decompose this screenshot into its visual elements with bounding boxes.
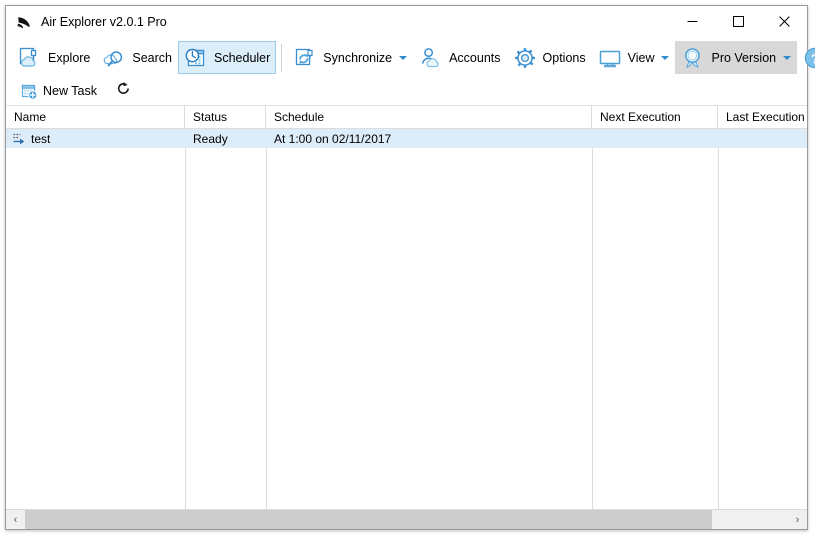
svg-text:?: ?: [811, 50, 815, 66]
toolbar-label-search: Search: [132, 50, 172, 65]
toolbar-label-synchronize: Synchronize: [323, 50, 393, 65]
toolbar-button-pro-version[interactable]: Pro Version: [675, 41, 798, 74]
toolbar-label-explore: Explore: [48, 50, 91, 65]
task-rows-area[interactable]: test Ready At 1:00 on 02/11/2017: [6, 129, 807, 509]
window-controls: [669, 6, 807, 38]
help-question-icon: ?: [801, 44, 815, 72]
toolbar-label-view: View: [627, 50, 655, 65]
accounts-person-icon: [417, 44, 445, 72]
scroll-right-arrow-icon[interactable]: ›: [788, 510, 807, 529]
synchronize-arrows-icon: [291, 44, 319, 72]
horizontal-scrollbar[interactable]: ‹ ›: [6, 509, 807, 529]
new-task-button[interactable]: New Task: [16, 80, 101, 102]
air-explorer-logo-icon: [15, 13, 33, 31]
task-list-view: Name Status Schedule Next Execution Last…: [6, 105, 807, 529]
column-header-status[interactable]: Status: [185, 106, 266, 128]
toolbar-button-synchronize[interactable]: Synchronize: [287, 41, 413, 74]
new-task-label: New Task: [43, 84, 97, 98]
chevron-down-icon-synchronize[interactable]: [399, 55, 408, 60]
view-monitor-icon: [596, 44, 624, 72]
chevron-down-icon-pro-version[interactable]: [783, 55, 792, 60]
search-cloud-icon: [100, 44, 128, 72]
toolbar-button-help[interactable]: ?: [797, 41, 815, 74]
toolbar-separator: [281, 43, 283, 72]
explore-cloud-icon: [16, 44, 44, 72]
title-bar: Air Explorer v2.0.1 Pro: [6, 6, 807, 38]
pro-version-ribbon-icon: [679, 44, 707, 72]
cell-status: Ready: [193, 131, 228, 146]
toolbar-label-pro-version: Pro Version: [711, 50, 777, 65]
task-arrow-icon: [11, 131, 27, 147]
new-task-add-icon: [20, 82, 38, 100]
column-header-schedule[interactable]: Schedule: [266, 106, 592, 128]
column-rule-4: [718, 129, 719, 509]
list-column-headers: Name Status Schedule Next Execution Last…: [6, 106, 807, 129]
toolbar-label-options: Options: [542, 50, 586, 65]
toolbar-button-view[interactable]: View: [592, 41, 676, 74]
options-gear-icon: [511, 44, 539, 72]
column-header-next-execution[interactable]: Next Execution: [592, 106, 718, 128]
toolbar-label-scheduler: Scheduler: [214, 50, 271, 65]
column-rule-1: [185, 129, 186, 509]
toolbar-button-accounts[interactable]: Accounts: [413, 41, 506, 74]
application-window: Air Explorer v2.0.1 Pro Explore Search S…: [5, 5, 815, 530]
scrollbar-track[interactable]: [25, 510, 788, 529]
toolbar-button-search[interactable]: Search: [96, 41, 178, 74]
chevron-down-icon-view[interactable]: [661, 55, 670, 60]
minimize-button[interactable]: [669, 6, 715, 37]
scroll-left-arrow-icon[interactable]: ‹: [6, 510, 25, 529]
close-button[interactable]: [761, 6, 807, 37]
refresh-icon: [116, 81, 131, 101]
column-rule-3: [592, 129, 593, 509]
window-title: Air Explorer v2.0.1 Pro: [41, 15, 167, 29]
column-header-last-execution[interactable]: Last Execution: [718, 106, 807, 128]
cell-name: test: [6, 131, 185, 147]
maximize-button[interactable]: [715, 6, 761, 37]
toolbar-button-options[interactable]: Options: [507, 41, 592, 74]
column-header-name[interactable]: Name: [6, 106, 185, 128]
scheduler-clock-icon: [182, 44, 210, 72]
column-rule-2: [266, 129, 267, 509]
toolbar-button-explore[interactable]: Explore: [12, 41, 96, 74]
scrollbar-thumb[interactable]: [25, 510, 712, 529]
toolbar-label-accounts: Accounts: [449, 50, 501, 65]
main-toolbar: Explore Search Scheduler Synchronize Acc…: [6, 38, 815, 77]
cell-name-text: test: [31, 131, 51, 146]
cell-schedule: At 1:00 on 02/11/2017: [274, 131, 392, 146]
toolbar-button-scheduler[interactable]: Scheduler: [178, 41, 277, 74]
table-row[interactable]: test Ready At 1:00 on 02/11/2017: [6, 129, 807, 148]
scheduler-toolbar: New Task: [6, 77, 807, 105]
refresh-button[interactable]: [113, 80, 135, 102]
